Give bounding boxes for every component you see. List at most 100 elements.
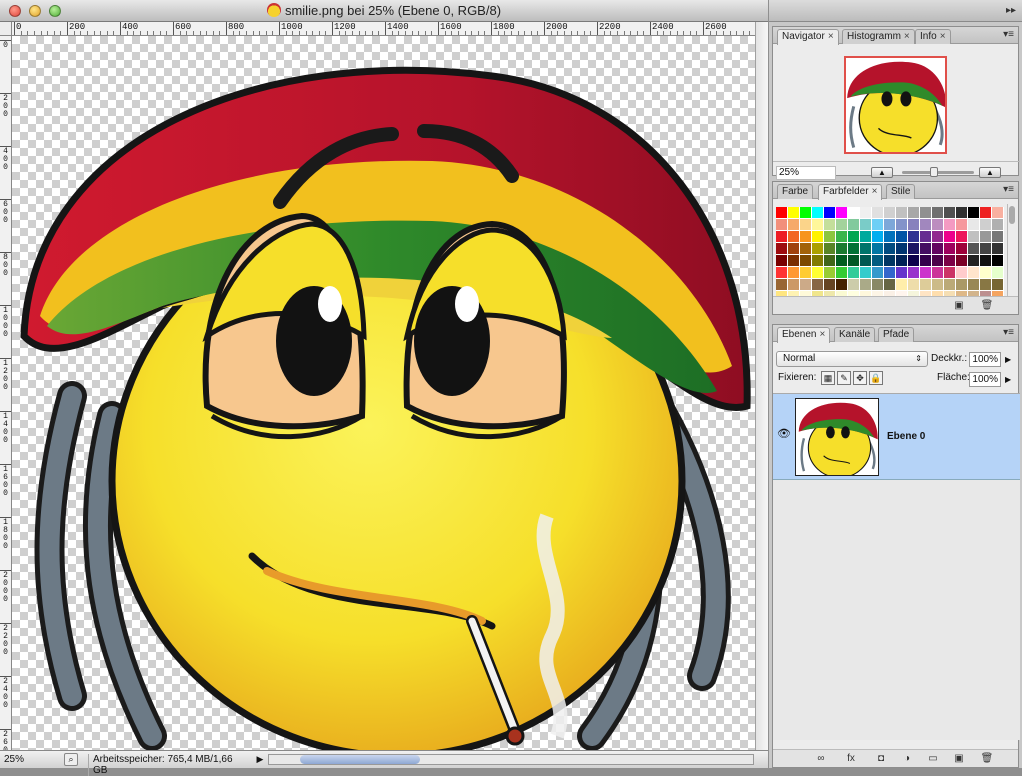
color-swatch[interactable] [944, 243, 956, 255]
color-swatch[interactable] [812, 279, 824, 291]
color-swatch[interactable] [944, 267, 956, 279]
color-swatch[interactable] [932, 255, 944, 267]
color-swatch[interactable] [920, 267, 932, 279]
color-swatch[interactable] [824, 231, 836, 243]
color-swatch[interactable] [776, 231, 788, 243]
color-swatch[interactable] [836, 231, 848, 243]
color-swatch[interactable] [980, 255, 992, 267]
color-swatch[interactable] [836, 207, 848, 219]
color-swatch[interactable] [776, 219, 788, 231]
color-swatch[interactable] [944, 219, 956, 231]
title-bar[interactable]: smilie.png bei 25% (Ebene 0, RGB/8) [0, 0, 768, 22]
color-swatch[interactable] [848, 279, 860, 291]
color-swatch[interactable] [992, 267, 1004, 279]
color-swatch[interactable] [968, 207, 980, 219]
opacity-input[interactable]: 100% [969, 352, 1001, 367]
color-swatch[interactable] [980, 243, 992, 255]
color-swatch[interactable] [920, 219, 932, 231]
color-swatch[interactable] [920, 255, 932, 267]
trash-icon[interactable]: 🗑 [979, 752, 995, 765]
color-swatch[interactable] [956, 267, 968, 279]
color-swatch[interactable] [860, 207, 872, 219]
tab-navigator[interactable]: Navigator × [777, 29, 839, 45]
eye-icon[interactable]: 👁 [777, 428, 791, 440]
adjustment-icon[interactable]: ◑ [899, 752, 915, 765]
layer-row[interactable]: 👁 Ebene 0 [773, 394, 1020, 480]
color-swatch[interactable] [848, 219, 860, 231]
zoom-slider[interactable] [902, 171, 974, 174]
color-swatch[interactable] [824, 267, 836, 279]
color-swatch[interactable] [932, 267, 944, 279]
color-swatch[interactable] [860, 279, 872, 291]
image-canvas[interactable] [12, 36, 755, 750]
color-swatch[interactable] [932, 231, 944, 243]
color-swatch[interactable] [932, 243, 944, 255]
navigator-zoom-input[interactable]: 25% [776, 166, 836, 180]
lock-transparency-icon[interactable]: ▦ [821, 371, 835, 385]
color-swatch[interactable] [908, 279, 920, 291]
color-swatch[interactable] [968, 279, 980, 291]
color-swatch[interactable] [836, 255, 848, 267]
color-swatch[interactable] [980, 231, 992, 243]
color-swatch[interactable] [812, 219, 824, 231]
fx-icon[interactable]: fx [843, 752, 859, 765]
lock-position-icon[interactable]: ✥ [853, 371, 867, 385]
color-swatch[interactable] [908, 267, 920, 279]
tab-layers[interactable]: Ebenen × [777, 327, 831, 343]
color-swatch[interactable] [848, 243, 860, 255]
color-swatch[interactable] [776, 267, 788, 279]
color-swatch[interactable] [980, 279, 992, 291]
color-swatch[interactable] [800, 279, 812, 291]
color-swatch[interactable] [872, 267, 884, 279]
color-swatch[interactable] [896, 231, 908, 243]
color-swatch[interactable] [812, 207, 824, 219]
folder-icon[interactable]: ▭ [925, 752, 941, 765]
color-swatch[interactable] [944, 207, 956, 219]
color-swatch[interactable] [872, 231, 884, 243]
color-swatch[interactable] [968, 255, 980, 267]
color-swatch[interactable] [956, 255, 968, 267]
color-swatch[interactable] [956, 243, 968, 255]
color-swatch[interactable] [884, 279, 896, 291]
color-swatch[interactable] [920, 243, 932, 255]
color-swatch[interactable] [836, 243, 848, 255]
color-swatch[interactable] [968, 243, 980, 255]
color-swatch[interactable] [788, 231, 800, 243]
color-swatch[interactable] [848, 255, 860, 267]
color-swatch[interactable] [968, 267, 980, 279]
color-swatch[interactable] [872, 243, 884, 255]
color-swatch[interactable] [836, 219, 848, 231]
color-swatch[interactable] [800, 267, 812, 279]
opacity-slider-icon[interactable]: ▶ [1005, 352, 1011, 367]
color-swatch[interactable] [812, 231, 824, 243]
close-tab-icon[interactable]: × [940, 31, 946, 42]
color-swatch[interactable] [908, 219, 920, 231]
new-layer-icon[interactable]: ▣ [951, 752, 967, 765]
color-swatch[interactable] [824, 243, 836, 255]
close-tab-icon[interactable]: × [819, 329, 825, 340]
tab-channels[interactable]: Kanäle [834, 327, 876, 342]
zoom-slider-knob[interactable] [930, 167, 938, 177]
color-swatch[interactable] [932, 219, 944, 231]
zoom-level[interactable]: 25% [4, 754, 60, 765]
document-info-icon[interactable]: ⌕ [64, 753, 78, 766]
color-swatch[interactable] [872, 219, 884, 231]
color-swatch[interactable] [812, 243, 824, 255]
color-swatch[interactable] [824, 255, 836, 267]
tab-histogram[interactable]: Histogramm × [842, 29, 915, 44]
color-swatch[interactable] [860, 231, 872, 243]
color-swatch[interactable] [992, 243, 1004, 255]
panel-menu-icon[interactable]: ▾≡ [1003, 29, 1014, 40]
color-swatch[interactable] [932, 207, 944, 219]
swatch-scrollbar[interactable] [1007, 204, 1015, 304]
vertical-ruler[interactable]: 0 200 400 600 800 1000 1200 1400 1600 1800 2000 220… [0, 36, 12, 750]
color-swatch[interactable] [980, 219, 992, 231]
color-swatch[interactable] [848, 267, 860, 279]
blend-mode-select[interactable]: Normal ⇕ [776, 351, 928, 367]
layer-name[interactable]: Ebene 0 [887, 431, 925, 442]
color-swatch[interactable] [908, 207, 920, 219]
color-swatch[interactable] [932, 279, 944, 291]
color-swatch[interactable] [860, 243, 872, 255]
fill-input[interactable]: 100% [969, 372, 1001, 387]
color-swatch[interactable] [884, 267, 896, 279]
